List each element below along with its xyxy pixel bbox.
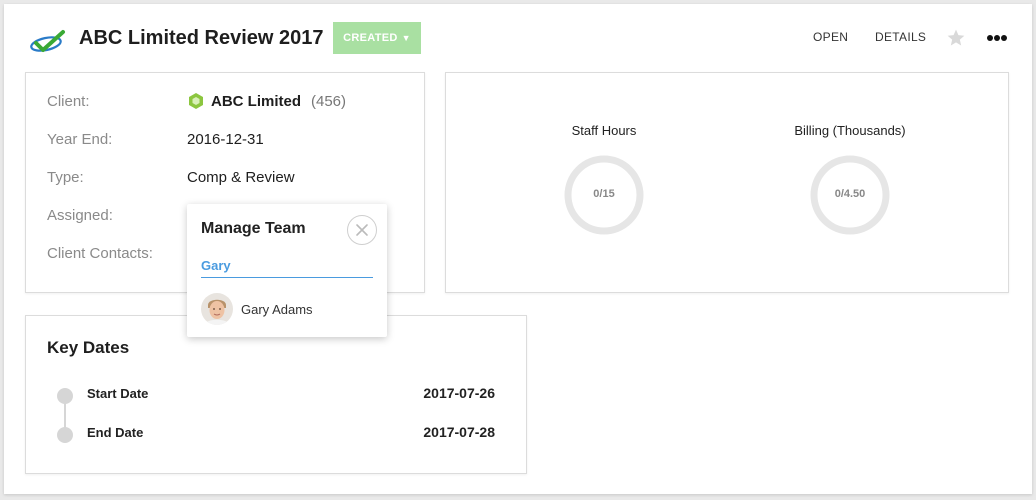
open-button[interactable]: OPEN	[813, 30, 848, 44]
avatar	[201, 293, 233, 325]
page-title: ABC Limited Review 2017	[79, 27, 324, 49]
client-contacts-label: Client Contacts:	[47, 245, 153, 262]
main-page: ABC Limited Review 2017 CREATED ▼ OPEN D…	[4, 4, 1032, 494]
close-icon	[356, 224, 368, 236]
billing-value: 0/4.50	[834, 188, 866, 200]
staff-hours-title: Staff Hours	[571, 123, 637, 138]
team-search-input[interactable]	[201, 254, 373, 278]
type-value: Comp & Review	[187, 169, 295, 186]
client-label: Client:	[47, 93, 90, 110]
end-date-value: 2017-07-28	[423, 424, 495, 440]
client-count: (456)	[311, 92, 347, 110]
result-name: Gary Adams	[241, 301, 313, 317]
more-horizontal-icon[interactable]	[986, 34, 1008, 42]
type-label: Type:	[47, 169, 84, 186]
billing-title: Billing (Thousands)	[794, 123, 906, 138]
client-value[interactable]: ABC Limited (456)	[187, 92, 346, 110]
assigned-label: Assigned:	[47, 207, 113, 224]
budget-stats-card: Staff Hours 0/15 Billing (Thousands) 0/4…	[445, 72, 1009, 293]
app-logo-icon	[30, 30, 65, 52]
key-dates-title: Key Dates	[47, 338, 130, 357]
manage-team-popup: Manage Team Gary Adams	[187, 204, 387, 337]
end-date-label: End Date	[87, 425, 144, 440]
staff-hours-value: 0/15	[593, 188, 615, 200]
year-end-label: Year End:	[47, 131, 113, 148]
chevron-down-icon: ▼	[401, 33, 411, 43]
key-dates-card: Key Dates Start Date 2017-07-26 End Date…	[25, 315, 527, 474]
year-end-value: 2016-12-31	[187, 131, 264, 148]
manage-team-title: Manage Team	[201, 220, 306, 237]
start-date-label: Start Date	[87, 386, 149, 401]
close-button[interactable]	[347, 215, 377, 245]
client-hexagon-icon	[189, 93, 203, 109]
details-button[interactable]: DETAILS	[875, 30, 926, 44]
start-date-value: 2017-07-26	[423, 385, 495, 401]
star-icon[interactable]	[946, 28, 966, 48]
timeline-dot	[57, 427, 73, 443]
client-name: ABC Limited	[211, 92, 301, 110]
status-dropdown-button[interactable]: CREATED ▼	[333, 22, 421, 54]
timeline-dot	[57, 388, 73, 404]
status-label: CREATED	[343, 32, 398, 44]
team-search-result[interactable]: Gary Adams	[201, 292, 373, 326]
